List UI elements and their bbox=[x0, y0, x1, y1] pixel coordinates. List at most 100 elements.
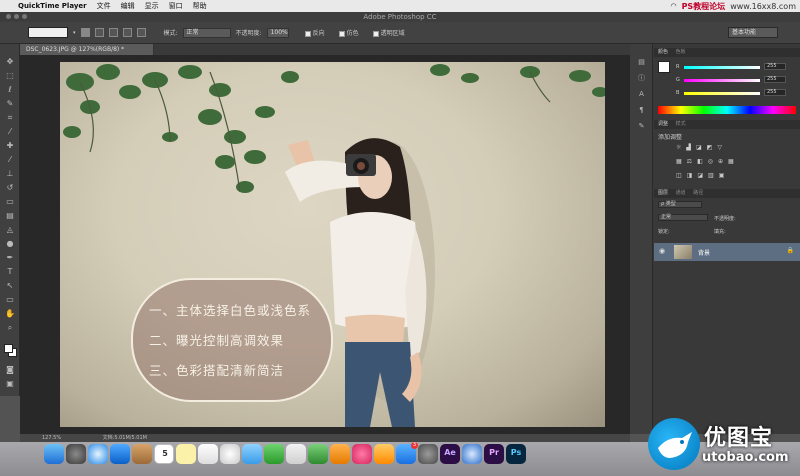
menu-window[interactable]: 窗口 bbox=[169, 1, 183, 11]
linear-gradient-button[interactable] bbox=[80, 28, 90, 37]
curves-icon[interactable]: ◪ bbox=[696, 144, 702, 152]
pen-tool-icon[interactable]: ✒ bbox=[5, 254, 15, 262]
type-tool-icon[interactable]: T bbox=[5, 268, 15, 276]
transparency-checkbox[interactable] bbox=[372, 30, 379, 37]
healing-tool-icon[interactable]: ✚ bbox=[5, 142, 15, 150]
tab-layers[interactable]: 图层 bbox=[658, 190, 668, 196]
tab-styles[interactable]: 样式 bbox=[676, 121, 686, 127]
reminders-icon[interactable] bbox=[198, 444, 218, 464]
wifi-icon[interactable]: ◠ bbox=[670, 2, 676, 10]
lookup-icon[interactable]: ▦ bbox=[728, 158, 734, 166]
blue-value[interactable]: 255 bbox=[764, 89, 786, 96]
transparency-option[interactable]: 透明区域 bbox=[372, 28, 405, 37]
facetime-icon[interactable] bbox=[264, 444, 284, 464]
gradient-preview[interactable] bbox=[28, 27, 68, 38]
quick-select-tool-icon[interactable]: ✎ bbox=[5, 100, 15, 108]
color-swatches[interactable] bbox=[4, 344, 18, 358]
hand-tool-icon[interactable]: ✋ bbox=[5, 310, 15, 318]
zoom-tool-icon[interactable]: ⌕ bbox=[5, 324, 15, 332]
mode-select[interactable]: 正常 bbox=[182, 27, 231, 38]
color-spectrum[interactable] bbox=[658, 106, 796, 114]
photo-filter-icon[interactable]: ◎ bbox=[708, 158, 713, 166]
keynote-icon[interactable] bbox=[308, 444, 328, 464]
path-select-tool-icon[interactable]: ↖ bbox=[5, 282, 15, 290]
document-tab[interactable]: DSC_0623.JPG @ 127%(RGB/8) * bbox=[20, 44, 154, 55]
green-track[interactable] bbox=[684, 79, 760, 82]
hue-sat-icon[interactable]: ▦ bbox=[676, 158, 682, 166]
history-brush-tool-icon[interactable]: ↺ bbox=[5, 184, 15, 192]
levels-icon[interactable]: ▟ bbox=[686, 144, 691, 152]
app-store-icon[interactable]: 3 bbox=[396, 442, 418, 464]
reverse-checkbox[interactable] bbox=[304, 30, 311, 37]
threshold-icon[interactable]: ◪ bbox=[697, 172, 703, 180]
marquee-tool-icon[interactable]: ⬚ bbox=[5, 72, 15, 80]
app-name[interactable]: QuickTime Player bbox=[18, 2, 87, 10]
eyedropper-tool-icon[interactable]: ⁄ bbox=[5, 128, 15, 136]
numbers-icon[interactable] bbox=[286, 444, 306, 464]
blend-mode-select[interactable]: 正常 bbox=[658, 214, 708, 221]
close-dot[interactable] bbox=[6, 14, 11, 19]
premiere-icon[interactable]: Pr bbox=[484, 444, 504, 464]
document-size[interactable]: 文档:5.01M/5.01M bbox=[103, 435, 147, 441]
selective-color-icon[interactable]: ▣ bbox=[719, 172, 725, 180]
vibrance-icon[interactable]: ▽ bbox=[717, 144, 722, 152]
crop-tool-icon[interactable]: ⌗ bbox=[5, 114, 15, 122]
safari-icon[interactable] bbox=[88, 444, 108, 464]
layer-name[interactable]: 背景 bbox=[698, 248, 710, 257]
tab-paths[interactable]: 路径 bbox=[693, 190, 703, 196]
dither-option[interactable]: 仿色 bbox=[338, 28, 359, 37]
calendar-icon[interactable]: 5 bbox=[154, 444, 174, 464]
contacts-icon[interactable] bbox=[132, 444, 152, 464]
notes-icon[interactable] bbox=[176, 444, 196, 464]
layer-kind-filter[interactable]: ρ 类型 bbox=[658, 201, 702, 208]
zoom-level[interactable]: 127.5% bbox=[42, 435, 61, 441]
stamp-tool-icon[interactable]: ⊥ bbox=[5, 170, 15, 178]
menu-file[interactable]: 文件 bbox=[97, 1, 111, 11]
visibility-eye-icon[interactable]: ◉ bbox=[659, 247, 665, 255]
brush-tool-icon[interactable]: ⁄ bbox=[5, 156, 15, 164]
character-icon[interactable]: A bbox=[637, 90, 646, 98]
diamond-gradient-button[interactable] bbox=[136, 28, 146, 37]
shape-tool-icon[interactable]: ▭ bbox=[5, 296, 15, 304]
posterize-icon[interactable]: ◨ bbox=[687, 172, 693, 180]
menu-help[interactable]: 帮助 bbox=[193, 1, 207, 11]
gradient-dropdown-icon[interactable]: ▾ bbox=[73, 30, 76, 36]
system-prefs-icon[interactable] bbox=[418, 444, 438, 464]
launchpad-icon[interactable] bbox=[66, 444, 86, 464]
opacity-input[interactable]: 100% bbox=[266, 27, 289, 38]
layer-row-background[interactable]: ◉ 背景 🔒 bbox=[654, 243, 800, 261]
dodge-tool-icon[interactable]: ● bbox=[5, 240, 15, 248]
minimize-dot[interactable] bbox=[14, 14, 19, 19]
quicktime-icon[interactable] bbox=[462, 444, 482, 464]
red-slider[interactable]: R 255 bbox=[676, 63, 788, 71]
finder-icon[interactable] bbox=[44, 444, 64, 464]
channel-mixer-icon[interactable]: ⊕ bbox=[718, 158, 723, 166]
pages-icon[interactable] bbox=[330, 444, 350, 464]
blue-slider[interactable]: B 255 bbox=[676, 89, 788, 97]
blue-track[interactable] bbox=[684, 92, 760, 95]
messages-icon[interactable] bbox=[242, 444, 262, 464]
ibooks-icon[interactable] bbox=[374, 444, 394, 464]
itunes-icon[interactable] bbox=[352, 444, 372, 464]
tab-swatches[interactable]: 色板 bbox=[676, 49, 686, 55]
tab-adjustments[interactable]: 调整 bbox=[658, 121, 668, 127]
after-effects-icon[interactable]: Ae bbox=[440, 444, 460, 464]
history-icon[interactable]: ▤ bbox=[637, 58, 646, 66]
green-slider[interactable]: G 255 bbox=[676, 76, 788, 84]
eraser-tool-icon[interactable]: ▭ bbox=[5, 198, 15, 206]
bw-icon[interactable]: ◧ bbox=[697, 158, 703, 166]
red-track[interactable] bbox=[684, 66, 760, 69]
gradient-tool-icon[interactable]: ▤ bbox=[5, 212, 15, 220]
tab-channels[interactable]: 通道 bbox=[676, 190, 686, 196]
tab-color[interactable]: 颜色 bbox=[658, 49, 668, 55]
menu-edit[interactable]: 编辑 bbox=[121, 1, 135, 11]
paragraph-icon[interactable]: ¶ bbox=[637, 106, 646, 114]
photoshop-icon[interactable]: Ps bbox=[506, 444, 526, 464]
gradient-map-icon[interactable]: ▥ bbox=[708, 172, 714, 180]
exposure-icon[interactable]: ◩ bbox=[707, 144, 713, 152]
brightness-icon[interactable]: ☼ bbox=[676, 144, 681, 152]
invert-icon[interactable]: ◫ bbox=[676, 172, 682, 180]
photo-canvas[interactable]: 一、主体选择白色或浅色系 二、曝光控制高调效果 三、色彩搭配清新简洁 bbox=[60, 62, 605, 427]
radial-gradient-button[interactable] bbox=[94, 28, 104, 37]
reflected-gradient-button[interactable] bbox=[122, 28, 132, 37]
